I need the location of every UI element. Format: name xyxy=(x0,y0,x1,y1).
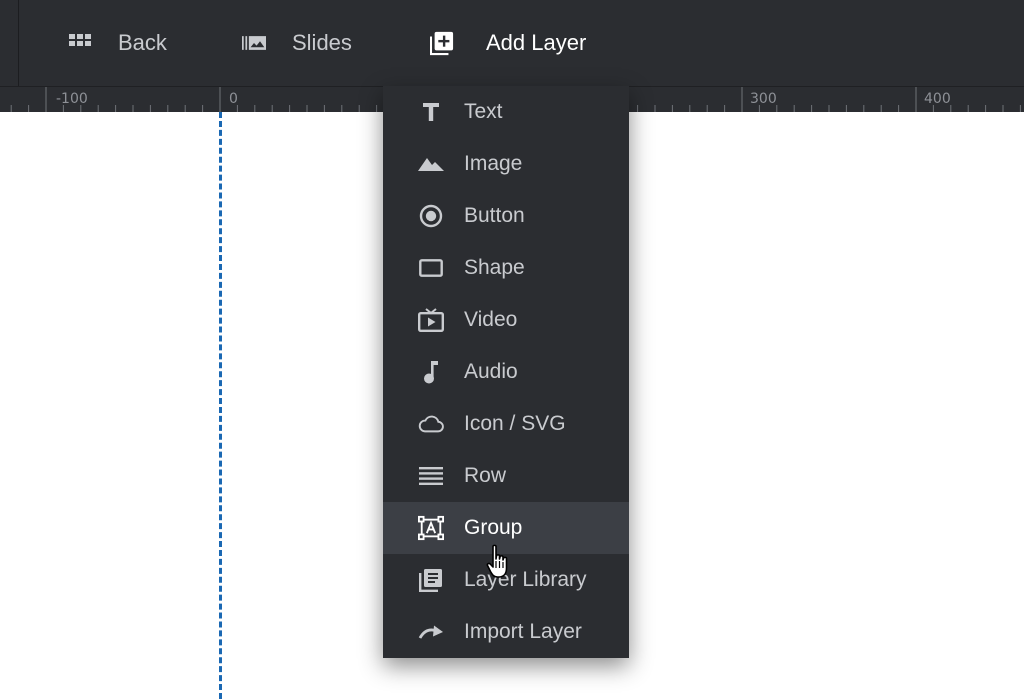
image-icon xyxy=(418,152,444,176)
add-layer-icon xyxy=(430,31,454,56)
menu-item-label: Image xyxy=(464,152,523,175)
shape-icon xyxy=(418,256,444,280)
slides-button[interactable]: Slides xyxy=(242,0,352,86)
menu-item-label: Import Layer xyxy=(464,620,582,643)
menu-item-label: Video xyxy=(464,308,518,331)
ruler-label-minus-100: -100 xyxy=(56,91,88,107)
menu-item-shape[interactable]: Shape xyxy=(383,242,629,294)
grid-icon xyxy=(68,31,92,55)
menu-item-label: Audio xyxy=(464,360,518,383)
button-icon xyxy=(418,204,444,228)
back-button[interactable]: Back xyxy=(68,0,167,86)
menu-item-audio[interactable]: Audio xyxy=(383,346,629,398)
menu-item-label: Layer Library xyxy=(464,568,587,591)
add-layer-label: Add Layer xyxy=(486,30,587,55)
ruler-label-400: 400 xyxy=(924,91,951,107)
ruler-label-300: 300 xyxy=(750,91,777,107)
hand-cursor-icon xyxy=(486,544,508,578)
row-icon xyxy=(418,464,444,488)
ruler-label-0: 0 xyxy=(229,91,238,107)
menu-item-label: Shape xyxy=(464,256,525,279)
menu-item-row[interactable]: Row xyxy=(383,450,629,502)
cloud-icon xyxy=(418,412,444,436)
slides-icon xyxy=(242,31,266,55)
audio-icon xyxy=(418,360,444,384)
slides-label: Slides xyxy=(292,30,352,55)
group-icon xyxy=(418,515,444,541)
menu-item-label: Row xyxy=(464,464,507,487)
menu-item-label: Button xyxy=(464,204,525,227)
menu-item-icon-svg[interactable]: Icon / SVG xyxy=(383,398,629,450)
video-icon xyxy=(418,308,444,332)
vertical-guide-line[interactable] xyxy=(219,112,222,699)
toolbar-divider xyxy=(18,0,19,86)
top-toolbar: Back Slides Add Layer xyxy=(0,0,1024,86)
menu-item-label: Text xyxy=(464,100,503,123)
add-layer-button[interactable]: Add Layer xyxy=(430,0,586,86)
back-label: Back xyxy=(118,30,167,55)
import-icon xyxy=(418,620,444,644)
library-icon xyxy=(418,568,444,592)
menu-item-text[interactable]: Text xyxy=(383,86,629,138)
menu-item-image[interactable]: Image xyxy=(383,138,629,190)
menu-item-import-layer[interactable]: Import Layer xyxy=(383,606,629,658)
text-icon xyxy=(418,100,444,124)
menu-item-label: Group xyxy=(464,516,523,539)
menu-item-video[interactable]: Video xyxy=(383,294,629,346)
menu-item-label: Icon / SVG xyxy=(464,412,566,435)
menu-item-button[interactable]: Button xyxy=(383,190,629,242)
